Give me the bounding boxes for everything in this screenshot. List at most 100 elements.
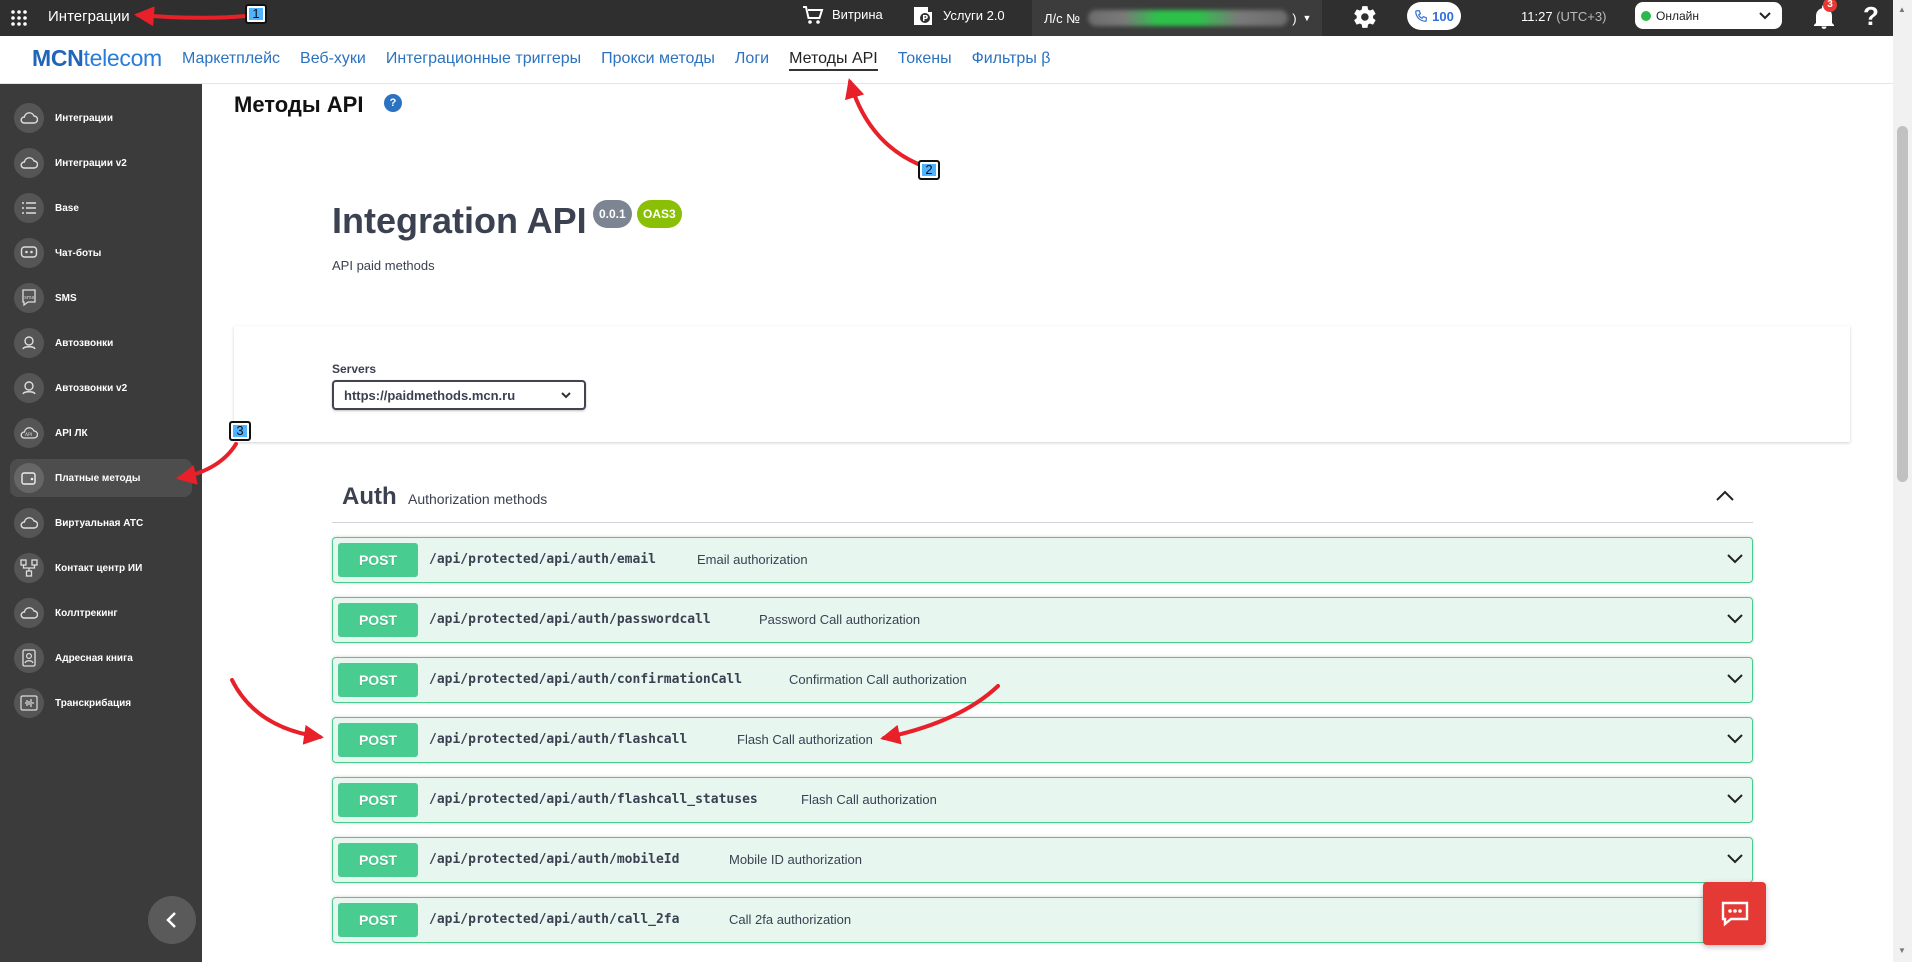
operation-auth-call-2fa[interactable]: POST /api/protected/api/auth/call_2fa Ca…: [332, 897, 1753, 943]
api-description: API paid methods: [332, 258, 435, 273]
operation-summary: Flash Call authorization: [801, 792, 937, 807]
operation-summary: Flash Call authorization: [737, 732, 873, 747]
auth-section-header[interactable]: Auth Authorization methods: [332, 473, 1753, 523]
showcase-link[interactable]: Витрина: [802, 5, 883, 25]
operation-summary: Confirmation Call authorization: [789, 672, 967, 687]
sidebar-collapse-button[interactable]: [148, 896, 196, 944]
mcn-telecom-logo[interactable]: MCNtelecom: [32, 45, 162, 72]
operation-auth-email[interactable]: POST /api/protected/api/auth/email Email…: [332, 537, 1753, 583]
scrollbar-thumb[interactable]: [1897, 126, 1908, 482]
sidebar-item-ai-contact-center[interactable]: Контакт центр ИИ: [10, 549, 192, 587]
method-badge: POST: [338, 603, 418, 637]
wallet-icon: [14, 463, 44, 493]
sidebar-item-label: SMS: [55, 292, 77, 304]
operation-path: /api/protected/api/auth/flashcall: [429, 732, 688, 747]
chat-icon: [1721, 901, 1748, 927]
sidebar-item-label: Base: [55, 202, 79, 214]
main-nav: MCNtelecom Маркетплейс Веб-хуки Интеграц…: [0, 36, 1893, 84]
calls-counter-button[interactable]: 100: [1407, 2, 1461, 30]
main-content: Методы API ? Integration API 0.0.1 OAS3 …: [202, 84, 1893, 962]
sidebar-item-autocalls-v2[interactable]: Автозвонки v2: [10, 369, 192, 407]
method-badge: POST: [338, 843, 418, 877]
operation-auth-flashcall[interactable]: POST /api/protected/api/auth/flashcall F…: [332, 717, 1753, 763]
page-help-icon[interactable]: ?: [384, 94, 402, 112]
chevron-down-icon[interactable]: [1726, 792, 1744, 806]
chevron-down-icon[interactable]: [1726, 732, 1744, 746]
sidebar-item-integrations[interactable]: Интеграции: [10, 99, 192, 137]
sidebar-item-label: Платные методы: [55, 472, 141, 484]
nav-link-logs[interactable]: Логи: [735, 50, 769, 71]
sidebar-item-api-lk[interactable]: API API ЛК: [10, 414, 192, 452]
nav-link-proxy-methods[interactable]: Прокси методы: [601, 50, 715, 71]
status-dropdown[interactable]: Онлайн: [1635, 2, 1782, 29]
server-select-value: https://paidmethods.mcn.ru: [344, 387, 516, 403]
operation-summary: Password Call authorization: [759, 612, 921, 627]
nav-link-api-methods[interactable]: Методы API: [789, 50, 878, 71]
svg-text:sms: sms: [24, 295, 34, 301]
sidebar-item-base[interactable]: Base: [10, 189, 192, 227]
operation-auth-mobileid[interactable]: POST /api/protected/api/auth/mobileId Mo…: [332, 837, 1753, 883]
nav-link-webhooks[interactable]: Веб-хуки: [300, 50, 366, 71]
clock-timezone: (UTC+3): [1556, 9, 1607, 24]
sidebar-item-paid-methods[interactable]: Платные методы: [10, 459, 192, 497]
caret-down-icon: ▼: [1302, 13, 1312, 23]
operation-path: /api/protected/api/auth/flashcall_status…: [429, 792, 758, 807]
sidebar-item-integrations-v2[interactable]: Интеграции v2: [10, 144, 192, 182]
chevron-up-icon[interactable]: [1715, 489, 1735, 503]
version-badge: 0.0.1: [593, 200, 632, 228]
operation-path: /api/protected/api/auth/passwordcall: [429, 612, 711, 627]
support-chat-button[interactable]: [1703, 882, 1766, 945]
server-select[interactable]: https://paidmethods.mcn.ru: [332, 380, 586, 410]
method-badge: POST: [338, 783, 418, 817]
help-icon[interactable]: ?: [1863, 1, 1879, 32]
sidebar-item-label: API ЛК: [55, 427, 88, 439]
services-link[interactable]: P Услуги 2.0: [911, 5, 1005, 27]
chevron-down-icon[interactable]: [1726, 552, 1744, 566]
chevron-down-icon[interactable]: [1726, 852, 1744, 866]
apps-grid-icon[interactable]: [10, 9, 28, 27]
operation-summary: Email authorization: [697, 552, 808, 567]
operation-summary: Call 2fa authorization: [729, 912, 852, 927]
sidebar-item-address-book[interactable]: Адресная книга: [10, 639, 192, 677]
sidebar-item-calltracking[interactable]: Коллтрекинг: [10, 594, 192, 632]
nav-link-integration-triggers[interactable]: Интеграционные триггеры: [386, 50, 581, 71]
operation-path: /api/protected/api/auth/call_2fa: [429, 912, 680, 927]
section-description: Authorization methods: [408, 491, 548, 507]
chevron-down-icon[interactable]: [1726, 612, 1744, 626]
clock-time: 11:27: [1521, 9, 1553, 24]
waveform-icon: [14, 688, 44, 718]
operation-auth-passwordcall[interactable]: POST /api/protected/api/auth/passwordcal…: [332, 597, 1753, 643]
list-icon: [14, 193, 44, 223]
cloud-phone-icon: [14, 508, 44, 538]
services-icon: P: [914, 7, 932, 25]
chat-bot-icon: [14, 238, 44, 268]
sidebar-item-sms[interactable]: sms SMS: [10, 279, 192, 317]
sidebar-item-virtual-pbx[interactable]: Виртуальная АТС: [10, 504, 192, 542]
nav-link-filters[interactable]: Фильтры β: [972, 50, 1051, 71]
calls-count: 100: [1432, 8, 1454, 24]
sidebar-item-label: Чат-боты: [55, 247, 102, 259]
sidebar-item-autocalls[interactable]: Автозвонки: [10, 324, 192, 362]
scroll-up-arrow-icon[interactable]: ▲: [1898, 5, 1906, 14]
app-title[interactable]: Интеграции: [48, 8, 130, 25]
scroll-down-arrow-icon[interactable]: ▼: [1898, 946, 1906, 955]
contact-book-icon: [14, 643, 44, 673]
servers-label: Servers: [332, 362, 377, 376]
api-title: Integration API: [332, 200, 587, 241]
sidebar-item-transcription[interactable]: Транскрибация: [10, 684, 192, 722]
account-selector[interactable]: Л/с № ) ▼: [1032, 0, 1322, 36]
nav-link-tokens[interactable]: Токены: [898, 50, 952, 71]
sidebar-item-chatbots[interactable]: Чат-боты: [10, 234, 192, 272]
page-scrollbar[interactable]: ▲ ▼: [1893, 0, 1912, 962]
sidebar-item-label: Автозвонки v2: [55, 382, 128, 394]
cloud-settings-icon: [14, 148, 44, 178]
annotation-badge-3: 3: [229, 421, 251, 441]
sidebar-item-label: Контакт центр ИИ: [55, 562, 143, 574]
operation-auth-confirmationcall[interactable]: POST /api/protected/api/auth/confirmatio…: [332, 657, 1753, 703]
gear-icon[interactable]: [1352, 4, 1378, 30]
auto-call-icon: [14, 328, 44, 358]
chevron-down-icon[interactable]: [1726, 672, 1744, 686]
nav-link-marketplace[interactable]: Маркетплейс: [182, 50, 280, 71]
operation-auth-flashcall-statuses[interactable]: POST /api/protected/api/auth/flashcall_s…: [332, 777, 1753, 823]
account-prefix: Л/с №: [1044, 10, 1081, 26]
